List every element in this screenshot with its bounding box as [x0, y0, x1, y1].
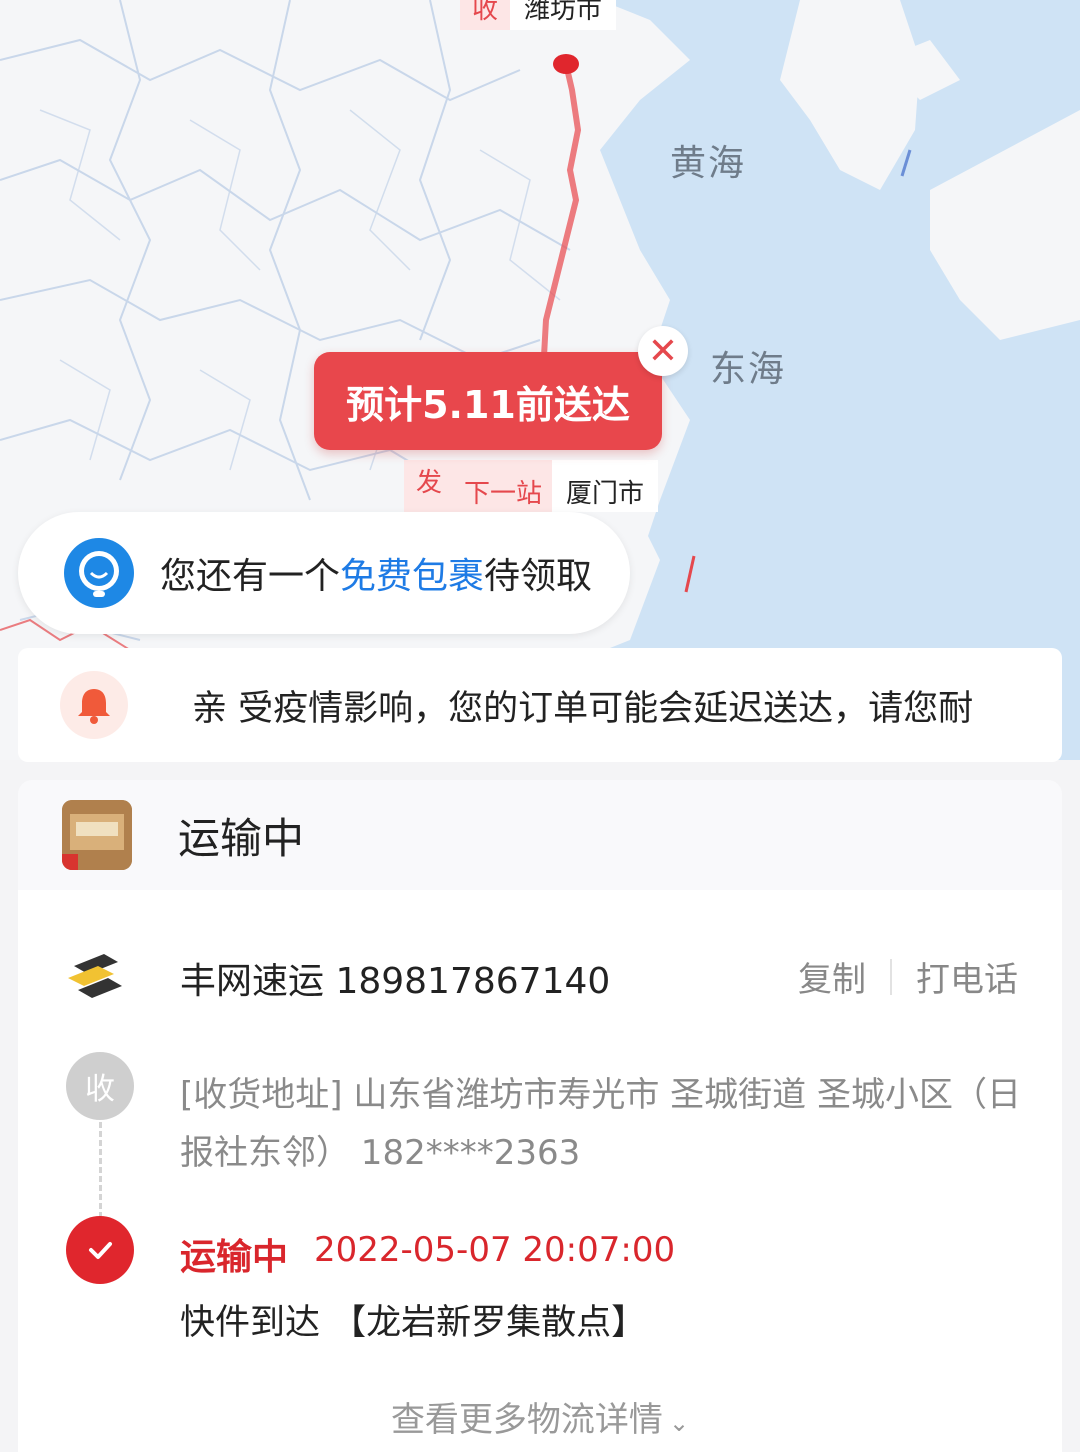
logistics-map[interactable]: 黄海 东海 收 潍坊市 发 下一站 厦门市 预计5.11前送达 ✕	[0, 0, 1080, 760]
mascot-icon	[64, 538, 134, 608]
promo-text: 您还有一个免费包裹待领取	[160, 547, 592, 599]
destination-tag[interactable]: 收 潍坊市	[460, 0, 617, 30]
delay-notice[interactable]: 亲 受疫情影响，您的订单可能会延迟送达，请您耐	[18, 648, 1062, 762]
event-description: 快件到达 【龙岩新罗集散点】	[180, 1303, 647, 1343]
chevron-down-icon: ⌄	[668, 1409, 690, 1437]
destination-city: 潍坊市	[510, 0, 617, 30]
destination-mark: 收	[460, 0, 511, 30]
notice-text: 亲 受疫情影响，您的订单可能会延迟送达，请您耐	[192, 688, 974, 729]
call-button[interactable]: 打电话	[916, 952, 1018, 1001]
order-status-header[interactable]: 运输中	[18, 780, 1062, 890]
status-title: 运输中	[178, 813, 305, 863]
promo-suffix: 待领取	[484, 556, 593, 597]
courier-actions: 复制 打电话	[798, 952, 1018, 1001]
copy-button[interactable]: 复制	[798, 952, 866, 1001]
event-time: 2022-05-07 20:07:00	[314, 1230, 676, 1270]
free-package-promo[interactable]: 您还有一个免费包裹待领取	[18, 512, 630, 634]
delivery-address: [收货地址] 山东省潍坊市寿光市 圣城街道 圣城小区（日报社东邻） 182***…	[180, 1075, 1021, 1173]
timeline-connector	[99, 1122, 102, 1218]
action-divider	[890, 958, 892, 995]
eta-bubble[interactable]: 预计5.11前送达	[314, 352, 662, 450]
origin-mark: 发	[404, 460, 455, 512]
origin-tag[interactable]: 发 下一站 厦门市	[404, 460, 659, 512]
more-details-link[interactable]: 查看更多物流详情 ⌄	[18, 1392, 1062, 1441]
sea-label-east-sea: 东海	[710, 349, 787, 390]
promo-prefix: 您还有一个	[160, 556, 341, 597]
tracking-detail-card: 丰网速运 189817867140 复制 打电话 收 [收货地址] 山东省潍坊市…	[18, 890, 1062, 1452]
courier-row: 丰网速运 189817867140 复制 打电话	[18, 942, 1062, 1008]
next-station-label: 下一站	[454, 460, 553, 512]
receive-dot: 收	[66, 1052, 134, 1120]
more-details-label: 查看更多物流详情	[390, 1400, 663, 1440]
courier-logo-icon	[64, 948, 128, 1004]
destination-marker	[553, 54, 579, 74]
check-icon	[66, 1216, 134, 1284]
bell-icon	[60, 671, 128, 739]
close-icon[interactable]: ✕	[638, 326, 688, 376]
event-status: 运输中	[180, 1237, 289, 1278]
next-station-city: 厦门市	[552, 460, 659, 512]
courier-name-number: 丰网速运 189817867140	[180, 961, 611, 1002]
promo-highlight[interactable]: 免费包裹	[340, 556, 484, 597]
product-thumbnail	[62, 800, 132, 870]
sea-label-yellow-sea: 黄海	[670, 143, 747, 184]
